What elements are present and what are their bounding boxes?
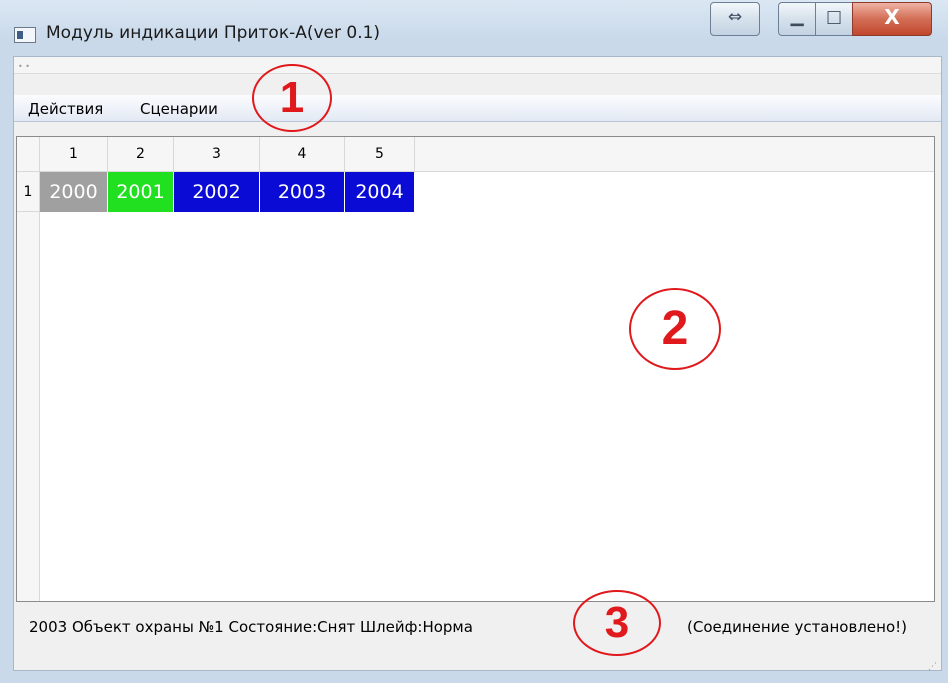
close-icon: X <box>884 5 900 29</box>
indication-grid[interactable]: 1 2 3 4 5 1 2000 2001 2002 2003 2004 <box>16 136 935 602</box>
menu-actions[interactable]: Действия <box>28 100 103 118</box>
maximize-icon: □ <box>825 7 843 27</box>
column-header-1[interactable]: 1 <box>40 137 108 172</box>
callout-3: 3 <box>573 590 661 656</box>
grid-corner[interactable] <box>17 137 40 172</box>
grid-cell[interactable]: 2004 <box>345 172 415 212</box>
grid-cell[interactable]: 2003 <box>260 172 345 212</box>
window-title: Модуль индикации Приток-А(ver 0.1) <box>46 23 381 43</box>
grid-cell[interactable]: 2002 <box>174 172 260 212</box>
callout-2: 2 <box>629 288 721 370</box>
column-header-5[interactable]: 5 <box>345 137 415 172</box>
grid-cell[interactable]: 2001 <box>108 172 174 212</box>
row-header-1[interactable]: 1 <box>17 172 40 212</box>
column-header-3[interactable]: 3 <box>174 137 260 172</box>
column-header-2[interactable]: 2 <box>108 137 174 172</box>
status-connection: (Соединение установлено!) <box>687 618 907 636</box>
close-button[interactable]: X <box>852 2 932 36</box>
column-header-empty <box>415 137 934 172</box>
toolbar-strip: • • <box>14 57 941 74</box>
grid-cell[interactable]: 2000 <box>40 172 108 212</box>
size-grip-icon[interactable]: ⋰ <box>928 662 937 672</box>
callout-1: 1 <box>252 64 332 132</box>
maximize-button[interactable]: □ <box>815 2 853 36</box>
resize-button[interactable]: ⇔ <box>710 2 760 36</box>
resize-icon: ⇔ <box>727 7 743 27</box>
row-header-empty <box>17 212 40 601</box>
column-header-4[interactable]: 4 <box>260 137 345 172</box>
app-icon[interactable] <box>14 27 36 43</box>
menu-scenarios[interactable]: Сценарии <box>140 100 218 118</box>
minimize-button[interactable]: ▁ <box>778 2 816 36</box>
status-object-state: 2003 Объект охраны №1 Состояние:Снят Шле… <box>29 618 473 636</box>
minimize-icon: ▁ <box>790 7 804 27</box>
main-window: Модуль индикации Приток-А(ver 0.1) ⇔ ▁ □… <box>0 0 948 683</box>
toolbar-grip-icon[interactable]: • • <box>18 63 30 71</box>
title-bar[interactable]: Модуль индикации Приток-А(ver 0.1) ⇔ ▁ □… <box>0 0 948 56</box>
menu-bar: Действия Сценарии <box>14 95 941 122</box>
